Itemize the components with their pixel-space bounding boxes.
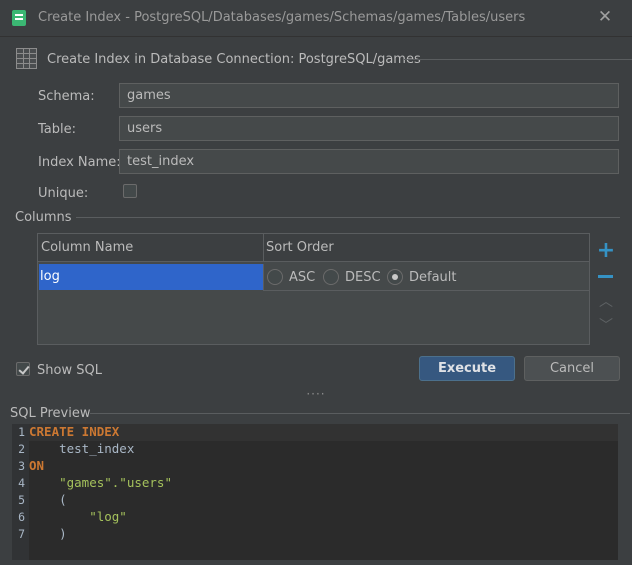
line-gutter: 1 2 3 4 5 6 7 [12, 424, 29, 560]
sort-order-header[interactable]: Sort Order [264, 234, 589, 262]
columns-divider [76, 217, 620, 218]
code-line: ON [29, 458, 45, 473]
schema-field[interactable] [119, 83, 619, 108]
table-grid-icon [16, 48, 37, 69]
chevron-down-icon[interactable]: ﹀ [596, 316, 616, 336]
line-number: 3 [18, 459, 25, 473]
database-sql-icon [12, 10, 26, 26]
plus-icon[interactable]: + [596, 240, 616, 262]
table-label: Table: [38, 122, 76, 137]
minus-icon[interactable] [596, 267, 616, 287]
sort-desc-radio[interactable] [323, 269, 339, 285]
header-divider [404, 59, 632, 60]
index-name-label: Index Name: [38, 155, 121, 170]
line-number: 4 [18, 476, 25, 490]
line-number: 1 [18, 425, 25, 439]
title-bar: Create Index - PostgreSQL/Databases/game… [0, 0, 632, 37]
code-line: ) [29, 526, 67, 541]
line-number: 7 [18, 527, 25, 541]
sql-preview-label: SQL Preview [10, 406, 91, 421]
index-name-field[interactable] [119, 149, 619, 174]
unique-checkbox[interactable] [123, 184, 137, 198]
sql-editor[interactable]: 1 2 3 4 5 6 7 CREATE INDEX test_index ON… [12, 424, 628, 560]
columns-table: Column Name Sort Order log ASC DESC Defa… [37, 233, 590, 345]
sort-asc-radio[interactable] [267, 269, 283, 285]
code-line: ( [29, 492, 67, 507]
schema-label: Schema: [38, 89, 95, 104]
code-line: test_index [29, 441, 135, 456]
dialog-header: Create Index in Database Connection: Pos… [16, 47, 632, 73]
line-number: 5 [18, 493, 25, 507]
line-number: 6 [18, 510, 25, 524]
sort-default-label[interactable]: Default [409, 270, 457, 285]
sort-default-radio[interactable] [387, 269, 403, 285]
chevron-up-icon[interactable]: ︿ [596, 292, 616, 312]
code-line: CREATE INDEX [29, 424, 120, 439]
line-number: 2 [18, 442, 25, 456]
cancel-button[interactable]: Cancel [524, 356, 620, 381]
execute-button[interactable]: Execute [419, 356, 515, 381]
sql-preview-divider [90, 413, 630, 414]
code-line: "log" [29, 509, 127, 524]
show-sql-label[interactable]: Show SQL [37, 363, 102, 378]
sort-asc-label[interactable]: ASC [289, 270, 315, 285]
column-name-header[interactable]: Column Name [38, 234, 264, 262]
unique-label: Unique: [38, 186, 89, 201]
sort-desc-label[interactable]: DESC [345, 270, 381, 285]
window-title: Create Index - PostgreSQL/Databases/game… [38, 10, 526, 25]
table-field[interactable] [119, 116, 619, 141]
splitter-handle[interactable]: ···· [305, 388, 327, 400]
show-sql-checkbox[interactable] [16, 362, 30, 376]
columns-section-label: Columns [15, 210, 72, 225]
code-line: "games"."users" [29, 475, 172, 490]
close-icon[interactable]: ✕ [596, 8, 614, 26]
column-name-cell[interactable]: log [39, 264, 263, 290]
editor-scrollbar[interactable] [618, 424, 628, 560]
dialog-header-text: Create Index in Database Connection: Pos… [47, 52, 421, 67]
